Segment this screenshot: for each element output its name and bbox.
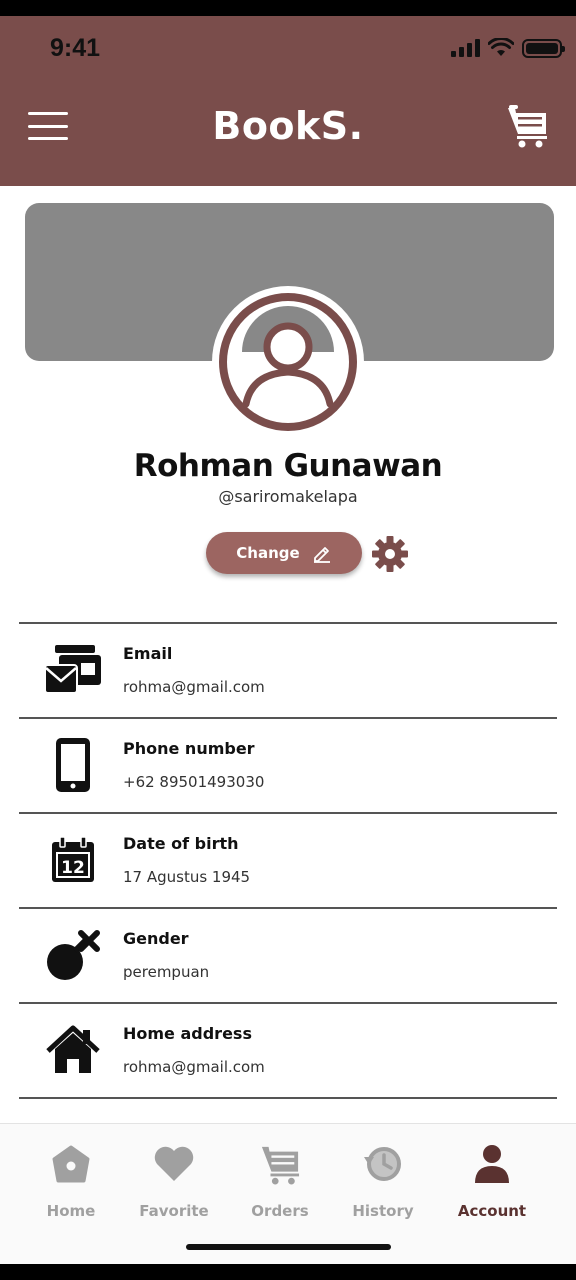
mail-icon [45, 645, 101, 694]
profile-name: Rohman Gunawan [133, 448, 443, 484]
profile-screen: 9:41 BookS. Rohman Gunawan @sariromakela… [0, 16, 576, 1264]
info-label: Gender [123, 929, 189, 948]
nav-home[interactable]: Home [21, 1142, 121, 1220]
pencil-icon [313, 547, 330, 563]
nav-account[interactable]: Account [442, 1142, 542, 1220]
battery-icon [522, 38, 565, 58]
info-value: perempuan [123, 963, 210, 981]
nav-history[interactable]: History [333, 1142, 433, 1220]
info-row-address[interactable]: Home address rohma@gmail.com [19, 1004, 557, 1099]
cart-icon[interactable] [506, 104, 548, 148]
history-icon [364, 1147, 401, 1181]
info-row-email[interactable]: Email rohma@gmail.com [19, 624, 557, 719]
info-label: Phone number [123, 739, 255, 758]
app-header: 9:41 BookS. [0, 16, 576, 186]
info-label: Email [123, 644, 173, 663]
svg-text:12: 12 [61, 858, 85, 878]
info-row-phone[interactable]: Phone number +62 89501493030 [19, 719, 557, 814]
home-icon [52, 1145, 90, 1183]
status-icons [451, 38, 565, 58]
home-icon [46, 1025, 100, 1073]
wifi-icon [488, 38, 514, 56]
change-profile-button[interactable]: Change [206, 532, 362, 574]
bottom-nav: Home Favorite Orders History Account [0, 1123, 576, 1264]
nav-label: History [352, 1202, 414, 1220]
profile-info-list: Email rohma@gmail.com Phone number +62 8… [19, 622, 557, 1099]
signal-icon [451, 39, 480, 57]
home-indicator[interactable] [186, 1244, 391, 1250]
info-label: Home address [123, 1024, 252, 1043]
info-row-gender[interactable]: Gender perempuan [19, 909, 557, 1004]
gender-icon [47, 930, 100, 980]
nav-label: Favorite [139, 1202, 209, 1220]
info-value: +62 89501493030 [123, 773, 265, 791]
app-title: BookS. [212, 104, 364, 148]
info-label: Date of birth [123, 834, 239, 853]
phone-icon [56, 738, 90, 792]
account-icon [475, 1145, 509, 1183]
cart-icon [261, 1146, 300, 1185]
profile-handle: @sariromakelapa [218, 487, 358, 506]
info-value: rohma@gmail.com [123, 678, 265, 696]
gear-icon[interactable] [371, 535, 409, 573]
user-avatar-icon [219, 293, 357, 431]
info-value: 17 Agustus 1945 [123, 868, 251, 886]
nav-label: Orders [251, 1202, 309, 1220]
nav-label: Account [457, 1202, 527, 1220]
info-value: rohma@gmail.com [123, 1058, 265, 1076]
calendar-icon: 12 [52, 837, 94, 882]
nav-orders[interactable]: Orders [230, 1142, 330, 1220]
heart-icon [154, 1146, 194, 1181]
status-time: 9:41 [50, 34, 101, 62]
change-button-label: Change [236, 544, 300, 562]
avatar[interactable] [212, 286, 364, 438]
info-row-dob[interactable]: 12 Date of birth 17 Agustus 1945 [19, 814, 557, 909]
nav-label: Home [46, 1202, 96, 1220]
nav-favorite[interactable]: Favorite [124, 1142, 224, 1220]
